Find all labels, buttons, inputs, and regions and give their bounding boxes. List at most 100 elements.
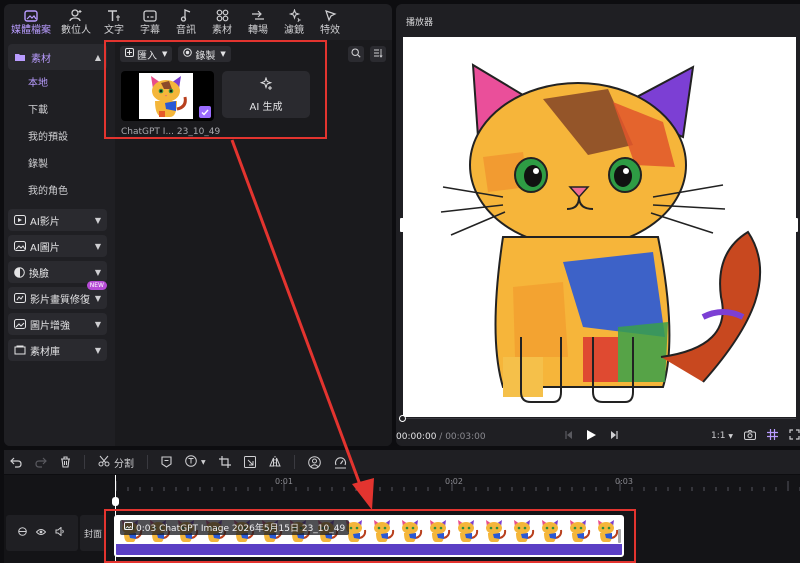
current-time: 00:00:00 <box>396 432 437 442</box>
text-template-button[interactable]: ▼ <box>185 454 206 470</box>
tab-text[interactable]: 文字 <box>96 4 132 40</box>
sidebar-cat-ai-video[interactable]: AI影片 ▼ <box>8 209 107 231</box>
sidebar-item-local[interactable]: 本地 <box>4 70 111 97</box>
text-box-icon <box>185 454 197 470</box>
split-button[interactable]: 分割 <box>98 455 134 470</box>
search-button[interactable] <box>348 46 364 62</box>
tick-label: 0:01 <box>275 477 293 486</box>
play-icon[interactable] <box>586 429 597 444</box>
tab-audio[interactable]: 音訊 <box>168 4 204 40</box>
highlight-box-clip <box>104 509 636 563</box>
tab-effects[interactable]: 特效 <box>312 4 348 40</box>
tab-label: 數位人 <box>61 24 91 36</box>
sidebar-cat-label: 素材庫 <box>30 346 60 358</box>
visibility-eye-icon[interactable] <box>35 528 47 539</box>
sidebar-cat-label: AI圖片 <box>30 242 60 254</box>
lock-track-icon[interactable] <box>18 527 27 539</box>
scissors-icon <box>98 455 110 470</box>
split-label: 分割 <box>114 458 134 470</box>
sidebar-item-download[interactable]: 下載 <box>4 97 111 124</box>
tab-label: 字幕 <box>140 24 160 36</box>
chevron-down-icon: ▼ <box>201 458 206 466</box>
chevron-down-icon: ▼ <box>94 215 101 225</box>
previous-frame-icon[interactable] <box>564 430 574 443</box>
resize-icon[interactable] <box>243 456 256 468</box>
sort-button[interactable] <box>370 46 386 62</box>
cat-drawing <box>440 63 762 403</box>
tab-assets[interactable]: 素材 <box>204 4 240 40</box>
sidebar-cat-label: 影片畫質修復 <box>30 294 90 306</box>
transition-icon <box>250 9 266 23</box>
sidebar-cat-video-restore[interactable]: 影片畫質修復 ▼ NEW <box>8 281 107 309</box>
top-tabs: 媒體檔案 數位人 文字 字幕 音訊 素材 轉場 濾鏡 特效 <box>4 4 392 40</box>
speed-icon[interactable] <box>334 456 347 469</box>
fullscreen-icon[interactable] <box>789 429 800 443</box>
sidebar-item-presets[interactable]: 我的預設 <box>4 124 111 151</box>
player-scrubber-handle[interactable] <box>399 415 406 422</box>
player-timecode: 00:00:00 / 00:03:00 <box>396 432 486 442</box>
sidebar-section-label: 素材 <box>31 53 51 65</box>
new-badge: NEW <box>86 281 107 290</box>
toolbar-divider <box>84 455 85 469</box>
media-tools-right <box>348 46 386 62</box>
tick-label: 0:02 <box>445 477 463 486</box>
tab-transition[interactable]: 轉場 <box>240 4 276 40</box>
aspect-ratio-select[interactable]: 1:1 ▼ <box>711 431 733 441</box>
total-time: / 00:03:00 <box>439 432 486 442</box>
sidebar-section-assets[interactable]: 素材 ▲ <box>8 44 107 70</box>
redo-icon[interactable] <box>35 457 47 468</box>
sidebar-item-characters[interactable]: 我的角色 <box>4 178 111 205</box>
canvas-resize-handle-left[interactable] <box>400 218 404 232</box>
marker-icon[interactable] <box>161 456 172 468</box>
volume-icon[interactable] <box>55 526 65 539</box>
sidebar-item-recording[interactable]: 錄製 <box>4 151 111 178</box>
chevron-down-icon: ▼ <box>94 267 101 277</box>
tab-avatar[interactable]: 數位人 <box>56 4 96 40</box>
tab-label: 特效 <box>320 24 340 36</box>
tab-label: 轉場 <box>248 24 268 36</box>
sidebar-cat-label: 換臉 <box>29 268 49 280</box>
player-title: 播放器 <box>406 18 434 28</box>
tab-filter[interactable]: 濾鏡 <box>276 4 312 40</box>
tab-label: 媒體檔案 <box>11 24 51 36</box>
aspect-ratio-value: 1:1 <box>711 431 726 441</box>
search-icon <box>351 47 361 61</box>
sidebar-cat-ai-image[interactable]: AI圖片 ▼ <box>8 235 107 257</box>
ai-video-icon <box>14 215 26 225</box>
chevron-up-icon: ▲ <box>94 52 101 62</box>
sidebar-cat-image-enhance[interactable]: 圖片增強 ▼ <box>8 313 107 335</box>
player-canvas[interactable] <box>403 37 796 417</box>
cover-button[interactable]: 封面 <box>80 515 106 551</box>
undo-icon[interactable] <box>10 457 22 468</box>
sidebar-cat-label: AI影片 <box>30 216 60 228</box>
toolbar-divider <box>293 455 295 469</box>
tab-media[interactable]: 媒體檔案 <box>6 4 56 40</box>
player-right-controls: 1:1 ▼ <box>711 429 800 443</box>
delete-icon[interactable] <box>60 456 71 468</box>
sidebar-cat-library[interactable]: 素材庫 ▼ <box>8 339 107 361</box>
mirror-icon[interactable] <box>268 456 281 468</box>
grid-icon[interactable] <box>767 429 778 443</box>
tab-label: 音訊 <box>176 24 196 36</box>
sidebar-cat-face-swap[interactable]: 換臉 ▼ <box>8 261 107 283</box>
chevron-down-icon: ▼ <box>728 433 733 440</box>
playhead-handle[interactable] <box>112 497 119 506</box>
crop-icon[interactable] <box>218 456 231 468</box>
player-scrubber-track[interactable] <box>400 418 796 419</box>
assets-icon <box>214 9 230 23</box>
face-swap-icon <box>14 266 25 278</box>
next-frame-icon[interactable] <box>609 430 619 443</box>
media-sidebar: 素材 ▲ 本地 下載 我的預設 錄製 我的角色 AI影片 ▼ AI圖片 ▼ 換臉… <box>4 40 111 446</box>
ai-image-icon <box>14 241 26 251</box>
canvas-resize-handle-right[interactable] <box>794 218 798 232</box>
player-panel: 播放器 00:00:00 / 00:03:00 1:1 ▼ <box>396 4 800 446</box>
snapshot-icon[interactable] <box>744 429 756 443</box>
tab-caption[interactable]: 字幕 <box>132 4 168 40</box>
chevron-down-icon: ▼ <box>94 293 101 303</box>
toolbar-divider <box>147 455 148 469</box>
sidebar-cat-label: 圖片增強 <box>30 320 70 332</box>
music-note-icon <box>178 9 194 23</box>
face-detect-icon[interactable] <box>307 455 321 469</box>
effects-icon <box>322 9 338 23</box>
chevron-down-icon: ▼ <box>94 345 101 355</box>
